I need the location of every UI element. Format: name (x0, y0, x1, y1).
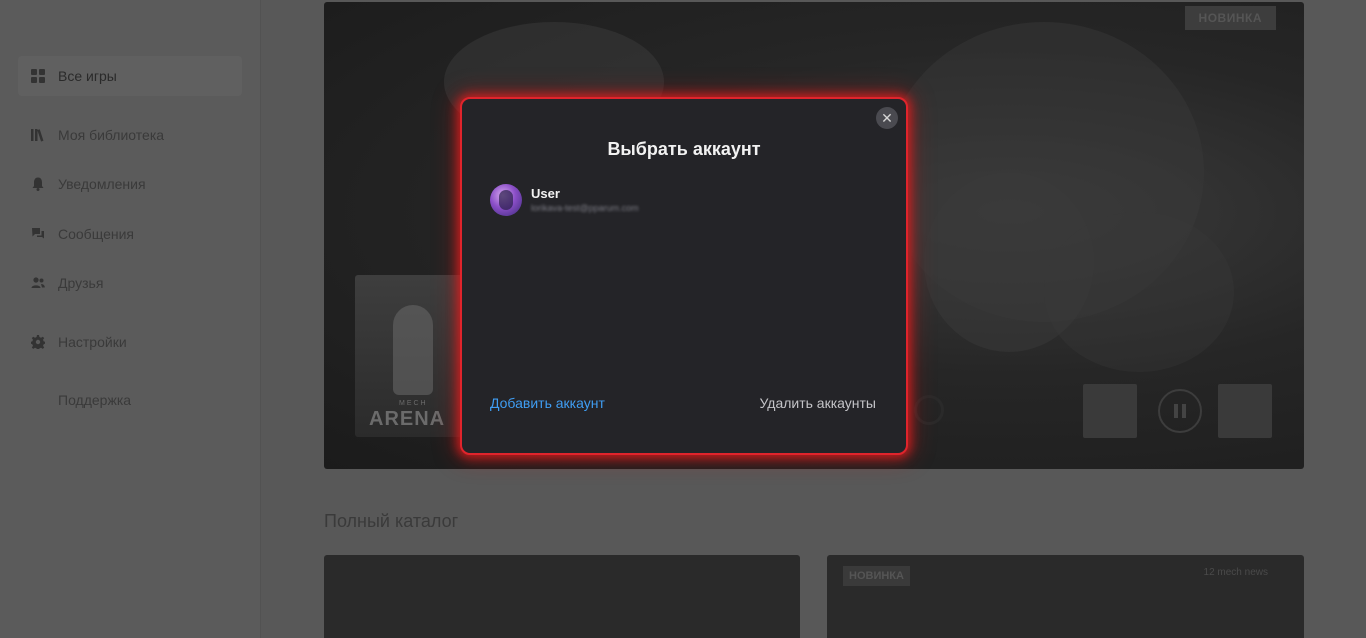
catalog-card[interactable] (324, 555, 800, 638)
support-icon (30, 392, 46, 408)
add-account-button[interactable]: Добавить аккаунт (490, 395, 605, 411)
account-name: User (531, 185, 560, 201)
gear-icon (30, 334, 46, 350)
catalog-title: Полный каталог (324, 511, 459, 531)
game-logo-sub: MECH (399, 400, 428, 407)
sidebar-item-label: Уведомления (58, 176, 146, 192)
sidebar-item-label: Моя библиотека (58, 127, 165, 143)
sidebar: Все игры Моя библиотека Уведомления Сооб… (0, 0, 261, 638)
account-email: lorikava-test@pparum.com (531, 202, 639, 213)
sidebar-item-label: Все игры (58, 68, 117, 84)
friends-icon (30, 275, 46, 291)
close-icon[interactable]: ✕ (876, 107, 898, 129)
card-game-logo: 12 mech news (1203, 567, 1268, 578)
pause-button[interactable] (1158, 389, 1202, 433)
chat-icon (30, 226, 46, 242)
library-icon (30, 127, 46, 143)
sidebar-item-all-games[interactable]: Все игры (18, 56, 242, 96)
carousel-thumb-prev[interactable] (1083, 384, 1137, 438)
catalog-card[interactable]: НОВИНКА 12 mech news (827, 555, 1304, 638)
game-logo-card[interactable]: MECH ARENA (355, 275, 465, 437)
game-logo-figure (393, 305, 433, 395)
carousel-indicator (914, 395, 944, 425)
new-badge: НОВИНКА (843, 566, 910, 586)
dialog-title: Выбрать аккаунт (607, 139, 761, 159)
sidebar-item-friends[interactable]: Друзья (18, 263, 242, 303)
account-item[interactable]: User lorikava-test@pparum.com (490, 182, 880, 218)
grid-icon (30, 68, 46, 84)
sidebar-item-label: Настройки (58, 334, 127, 350)
remove-accounts-button[interactable]: Удалить аккаунты (759, 395, 876, 411)
new-badge: НОВИНКА (1184, 6, 1276, 30)
sidebar-item-library[interactable]: Моя библиотека (18, 115, 242, 155)
sidebar-item-support[interactable]: Поддержка (18, 380, 242, 420)
select-account-dialog: ✕ Выбрать аккаунт User lorikava-test@ppa… (460, 97, 908, 455)
sidebar-item-messages[interactable]: Сообщения (18, 214, 242, 254)
sidebar-item-label: Сообщения (58, 226, 134, 242)
carousel-thumb-next[interactable] (1218, 384, 1272, 438)
bell-icon (30, 176, 46, 192)
hero-art (1044, 212, 1234, 372)
game-logo-text: ARENA (369, 408, 446, 430)
sidebar-item-label: Друзья (58, 275, 104, 291)
sidebar-item-settings[interactable]: Настройки (18, 322, 242, 362)
sidebar-item-label: Поддержка (58, 392, 132, 408)
avatar (490, 184, 522, 216)
sidebar-item-notifications[interactable]: Уведомления (18, 164, 242, 204)
